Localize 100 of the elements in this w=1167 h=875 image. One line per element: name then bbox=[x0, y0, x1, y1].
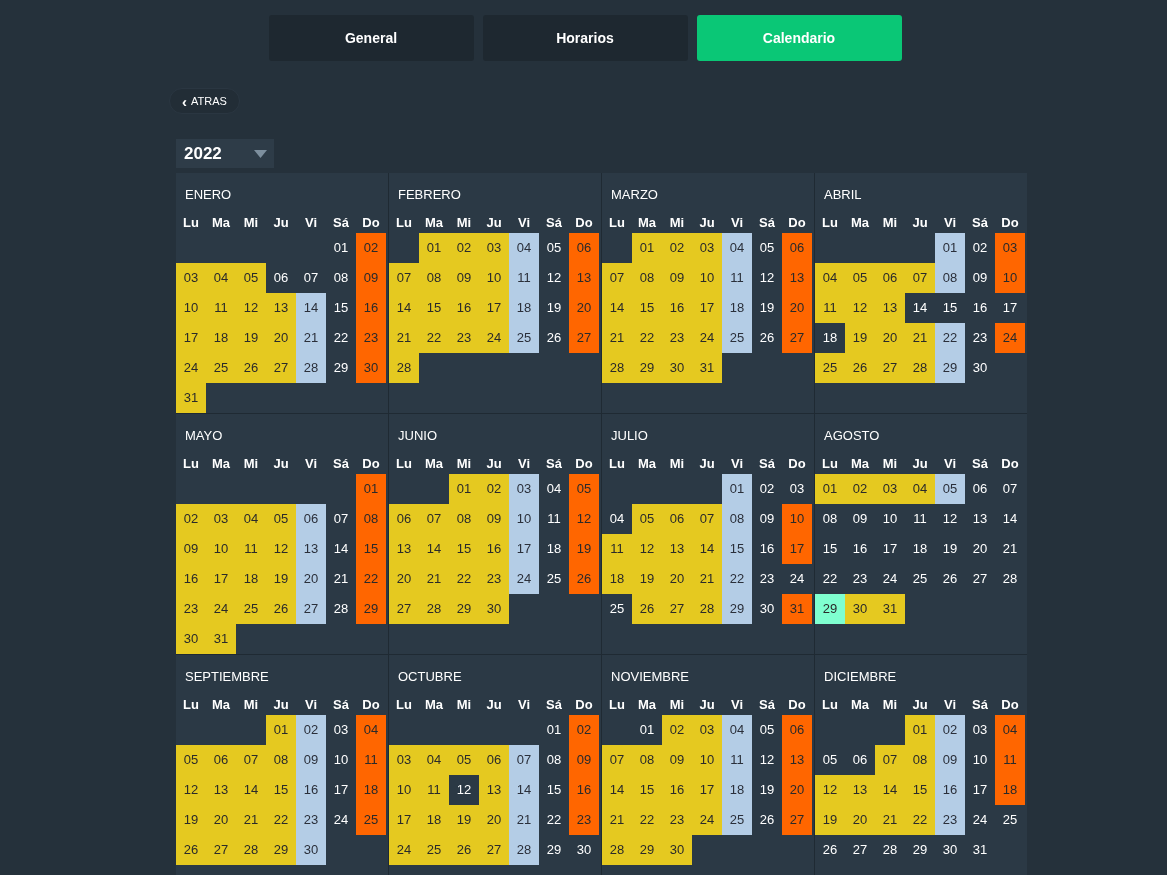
day-cell[interactable]: 14 bbox=[326, 534, 356, 564]
day-cell[interactable]: 23 bbox=[662, 323, 692, 353]
day-cell[interactable]: 09 bbox=[356, 263, 386, 293]
day-cell[interactable]: 26 bbox=[815, 835, 845, 865]
day-cell[interactable]: 06 bbox=[782, 233, 812, 263]
day-cell[interactable]: 02 bbox=[662, 233, 692, 263]
day-cell[interactable]: 02 bbox=[662, 715, 692, 745]
day-cell[interactable]: 28 bbox=[602, 353, 632, 383]
day-cell[interactable]: 15 bbox=[815, 534, 845, 564]
day-cell[interactable]: 20 bbox=[965, 534, 995, 564]
day-cell[interactable]: 19 bbox=[752, 775, 782, 805]
day-cell[interactable]: 24 bbox=[206, 594, 236, 624]
day-cell[interactable]: 04 bbox=[356, 715, 386, 745]
day-cell[interactable]: 31 bbox=[782, 594, 812, 624]
day-cell[interactable]: 09 bbox=[662, 745, 692, 775]
day-cell[interactable]: 28 bbox=[296, 353, 326, 383]
day-cell[interactable]: 11 bbox=[356, 745, 386, 775]
day-cell[interactable]: 24 bbox=[995, 323, 1025, 353]
day-cell[interactable]: 05 bbox=[176, 745, 206, 775]
day-cell[interactable]: 09 bbox=[449, 263, 479, 293]
day-cell[interactable]: 03 bbox=[692, 233, 722, 263]
day-cell[interactable]: 26 bbox=[176, 835, 206, 865]
day-cell[interactable]: 19 bbox=[935, 534, 965, 564]
day-cell[interactable]: 14 bbox=[419, 534, 449, 564]
day-cell[interactable]: 13 bbox=[662, 534, 692, 564]
day-cell[interactable]: 20 bbox=[266, 323, 296, 353]
day-cell[interactable]: 19 bbox=[176, 805, 206, 835]
day-cell[interactable]: 18 bbox=[509, 293, 539, 323]
day-cell[interactable]: 20 bbox=[206, 805, 236, 835]
day-cell[interactable]: 10 bbox=[965, 745, 995, 775]
day-cell[interactable]: 16 bbox=[569, 775, 599, 805]
day-cell[interactable]: 27 bbox=[206, 835, 236, 865]
day-cell[interactable]: 21 bbox=[875, 805, 905, 835]
day-cell[interactable]: 30 bbox=[935, 835, 965, 865]
day-cell[interactable]: 07 bbox=[236, 745, 266, 775]
day-cell[interactable]: 29 bbox=[449, 594, 479, 624]
day-cell[interactable]: 17 bbox=[509, 534, 539, 564]
day-cell[interactable]: 13 bbox=[206, 775, 236, 805]
day-cell[interactable]: 04 bbox=[995, 715, 1025, 745]
day-cell[interactable]: 22 bbox=[935, 323, 965, 353]
day-cell[interactable]: 01 bbox=[722, 474, 752, 504]
day-cell[interactable]: 28 bbox=[419, 594, 449, 624]
day-cell[interactable]: 06 bbox=[206, 745, 236, 775]
day-cell[interactable]: 21 bbox=[509, 805, 539, 835]
day-cell[interactable]: 07 bbox=[875, 745, 905, 775]
day-cell[interactable]: 13 bbox=[389, 534, 419, 564]
day-cell[interactable]: 10 bbox=[692, 263, 722, 293]
day-cell[interactable]: 01 bbox=[905, 715, 935, 745]
day-cell[interactable]: 18 bbox=[539, 534, 569, 564]
day-cell[interactable]: 26 bbox=[632, 594, 662, 624]
day-cell[interactable]: 31 bbox=[692, 353, 722, 383]
day-cell[interactable]: 20 bbox=[389, 564, 419, 594]
day-cell[interactable]: 14 bbox=[509, 775, 539, 805]
day-cell[interactable]: 30 bbox=[569, 835, 599, 865]
day-cell[interactable]: 04 bbox=[602, 504, 632, 534]
day-cell[interactable]: 26 bbox=[752, 323, 782, 353]
day-cell[interactable]: 26 bbox=[236, 353, 266, 383]
day-cell[interactable]: 17 bbox=[389, 805, 419, 835]
day-cell[interactable]: 07 bbox=[296, 263, 326, 293]
day-cell[interactable]: 01 bbox=[815, 474, 845, 504]
day-cell[interactable]: 01 bbox=[449, 474, 479, 504]
day-cell[interactable]: 16 bbox=[662, 775, 692, 805]
day-cell[interactable]: 08 bbox=[539, 745, 569, 775]
year-dropdown[interactable]: 2022 bbox=[176, 139, 274, 168]
day-cell[interactable]: 14 bbox=[905, 293, 935, 323]
day-cell[interactable]: 31 bbox=[965, 835, 995, 865]
day-cell[interactable]: 08 bbox=[419, 263, 449, 293]
day-cell[interactable]: 22 bbox=[905, 805, 935, 835]
day-cell[interactable]: 21 bbox=[296, 323, 326, 353]
day-cell[interactable]: 19 bbox=[815, 805, 845, 835]
day-cell[interactable]: 23 bbox=[752, 564, 782, 594]
day-cell[interactable]: 14 bbox=[389, 293, 419, 323]
day-cell[interactable]: 02 bbox=[449, 233, 479, 263]
day-cell[interactable]: 04 bbox=[722, 715, 752, 745]
day-cell[interactable]: 20 bbox=[479, 805, 509, 835]
day-cell[interactable]: 17 bbox=[176, 323, 206, 353]
day-cell[interactable]: 25 bbox=[602, 594, 632, 624]
day-cell[interactable]: 03 bbox=[965, 715, 995, 745]
day-cell[interactable]: 16 bbox=[752, 534, 782, 564]
day-cell[interactable]: 30 bbox=[479, 594, 509, 624]
day-cell[interactable]: 10 bbox=[326, 745, 356, 775]
day-cell[interactable]: 01 bbox=[266, 715, 296, 745]
day-cell[interactable]: 20 bbox=[662, 564, 692, 594]
day-cell[interactable]: 22 bbox=[632, 805, 662, 835]
day-cell[interactable]: 16 bbox=[935, 775, 965, 805]
day-cell[interactable]: 23 bbox=[449, 323, 479, 353]
day-cell[interactable]: 23 bbox=[965, 323, 995, 353]
day-cell[interactable]: 10 bbox=[995, 263, 1025, 293]
day-cell[interactable]: 21 bbox=[905, 323, 935, 353]
day-cell[interactable]: 24 bbox=[875, 564, 905, 594]
day-cell[interactable]: 17 bbox=[206, 564, 236, 594]
day-cell[interactable]: 04 bbox=[236, 504, 266, 534]
day-cell[interactable]: 15 bbox=[356, 534, 386, 564]
day-cell[interactable]: 11 bbox=[206, 293, 236, 323]
day-cell[interactable]: 01 bbox=[632, 233, 662, 263]
day-cell[interactable]: 08 bbox=[935, 263, 965, 293]
day-cell[interactable]: 23 bbox=[356, 323, 386, 353]
day-cell[interactable]: 11 bbox=[509, 263, 539, 293]
day-cell[interactable]: 09 bbox=[845, 504, 875, 534]
day-cell[interactable]: 31 bbox=[176, 383, 206, 413]
